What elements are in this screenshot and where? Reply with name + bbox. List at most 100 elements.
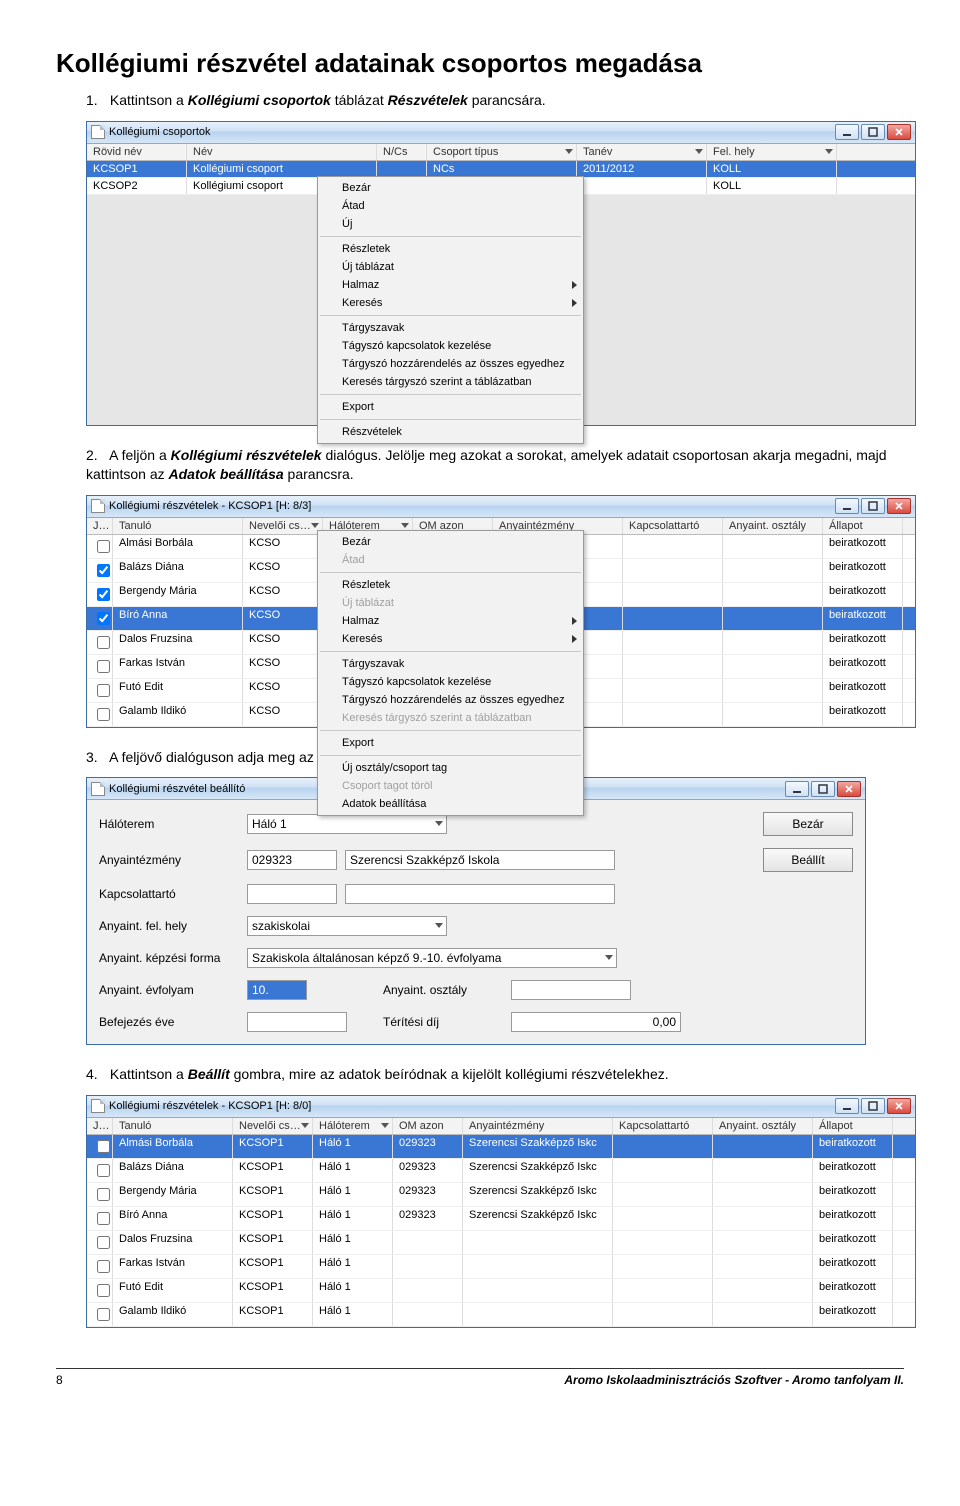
input-terites[interactable]: 0,00 — [511, 1012, 681, 1032]
table-row[interactable]: Bíró AnnaKCSOP1Háló 1029323Szerencsi Sza… — [87, 1207, 915, 1231]
button-beallit[interactable]: Beállít — [763, 848, 853, 872]
menu-item: Keresés tárgyszó szerint a táblázatban — [318, 709, 583, 727]
column-header[interactable]: Kapcsolattartó — [613, 1118, 713, 1134]
menu-item[interactable]: Bezár — [318, 533, 583, 551]
column-header[interactable]: Tanuló — [113, 518, 243, 534]
row-checkbox[interactable] — [97, 660, 110, 673]
menu-item[interactable]: Részletek — [318, 576, 583, 594]
titlebar[interactable]: Kollégiumi részvételek - KCSOP1 [H: 8/0] — [87, 1096, 915, 1118]
menu-item[interactable]: Bezár — [318, 179, 583, 197]
maximize-icon[interactable] — [811, 781, 835, 797]
menu-item[interactable]: Halmaz — [318, 612, 583, 630]
row-checkbox[interactable] — [97, 1308, 110, 1321]
row-checkbox[interactable] — [97, 564, 110, 577]
label-terites: Térítési díj — [383, 1015, 503, 1029]
column-header[interactable]: Név — [187, 144, 377, 160]
column-header[interactable]: Tanév — [577, 144, 707, 160]
combo-haloterem[interactable]: Háló 1 — [247, 814, 447, 834]
close-icon[interactable] — [887, 1098, 911, 1114]
row-checkbox[interactable] — [97, 684, 110, 697]
minimize-icon[interactable] — [835, 1098, 859, 1114]
column-header[interactable]: Állapot — [813, 1118, 893, 1134]
menu-item[interactable]: Tágyszó kapcsolatok kezelése — [318, 337, 583, 355]
menu-item[interactable]: Keresés — [318, 630, 583, 648]
table-row[interactable]: Balázs DiánaKCSOP1Háló 1029323Szerencsi … — [87, 1159, 915, 1183]
menu-item[interactable]: Export — [318, 734, 583, 752]
button-bezar[interactable]: Bezár — [763, 812, 853, 836]
column-header[interactable]: Csoport típus — [427, 144, 577, 160]
menu-item[interactable]: Tárgyszó hozzárendelés az összes egyedhe… — [318, 691, 583, 709]
row-checkbox[interactable] — [97, 1260, 110, 1273]
column-header[interactable]: Állapot — [823, 518, 903, 534]
row-checkbox[interactable] — [97, 636, 110, 649]
input-kapcs-1[interactable] — [247, 884, 337, 904]
column-header[interactable]: Nevelői csopo — [243, 518, 323, 534]
menu-item[interactable]: Keresés — [318, 294, 583, 312]
maximize-icon[interactable] — [861, 498, 885, 514]
column-header[interactable]: Jel — [87, 518, 113, 534]
input-anyaint-code[interactable]: 029323 — [247, 850, 337, 870]
titlebar[interactable]: Kollégiumi csoportok — [87, 122, 915, 144]
menu-item[interactable]: Tárgyszavak — [318, 655, 583, 673]
row-checkbox[interactable] — [97, 540, 110, 553]
input-kapcs-2[interactable] — [345, 884, 615, 904]
table-row[interactable]: Farkas IstvánKCSOP1Háló 1beiratkozott — [87, 1255, 915, 1279]
row-checkbox[interactable] — [97, 612, 110, 625]
titlebar[interactable]: Kollégiumi részvételek - KCSOP1 [H: 8/3] — [87, 496, 915, 518]
close-icon[interactable] — [887, 124, 911, 140]
maximize-icon[interactable] — [861, 124, 885, 140]
close-icon[interactable] — [837, 781, 861, 797]
minimize-icon[interactable] — [835, 124, 859, 140]
menu-item[interactable]: Halmaz — [318, 276, 583, 294]
row-checkbox[interactable] — [97, 1236, 110, 1249]
table-row[interactable]: Galamb IldikóKCSOP1Háló 1beiratkozott — [87, 1303, 915, 1327]
column-header[interactable]: Rövid név — [87, 144, 187, 160]
column-header[interactable]: Tanuló — [113, 1118, 233, 1134]
column-header[interactable]: Fel. hely — [707, 144, 837, 160]
maximize-icon[interactable] — [861, 1098, 885, 1114]
column-header[interactable]: Jel — [87, 1118, 113, 1134]
table-row[interactable]: Dalos FruzsinaKCSOP1Háló 1beiratkozott — [87, 1231, 915, 1255]
column-header[interactable]: Hálóterem — [313, 1118, 393, 1134]
table-row[interactable]: Futó EditKCSOP1Háló 1beiratkozott — [87, 1279, 915, 1303]
input-evfolyam[interactable]: 10. — [247, 980, 307, 1000]
combo-kepzesi[interactable]: Szakiskola általánosan képző 9.-10. évfo… — [247, 948, 617, 968]
row-checkbox[interactable] — [97, 1284, 110, 1297]
menu-item[interactable]: Adatok beállítása — [318, 795, 583, 813]
context-menu[interactable]: BezárÁtadRészletekÚj táblázatHalmazKeres… — [317, 530, 584, 816]
row-checkbox[interactable] — [97, 708, 110, 721]
close-icon[interactable] — [887, 498, 911, 514]
row-checkbox[interactable] — [97, 1164, 110, 1177]
menu-item[interactable]: Új táblázat — [318, 258, 583, 276]
table-row[interactable]: Almási BorbálaKCSOP1Háló 1029323Szerencs… — [87, 1135, 915, 1159]
column-header[interactable]: Kapcsolattartó — [623, 518, 723, 534]
menu-item[interactable]: Tárgyszavak — [318, 319, 583, 337]
column-header[interactable]: N/Cs — [377, 144, 427, 160]
minimize-icon[interactable] — [785, 781, 809, 797]
row-checkbox[interactable] — [97, 1212, 110, 1225]
column-header[interactable]: Nevelői csopo — [233, 1118, 313, 1134]
menu-item[interactable]: Keresés tárgyszó szerint a táblázatban — [318, 373, 583, 391]
row-checkbox[interactable] — [97, 1140, 110, 1153]
menu-item[interactable]: Tárgyszó hozzárendelés az összes egyedhe… — [318, 355, 583, 373]
combo-felhely[interactable]: szakiskolai — [247, 916, 447, 936]
row-checkbox[interactable] — [97, 588, 110, 601]
context-menu[interactable]: BezárÁtadÚjRészletekÚj táblázatHalmazKer… — [317, 176, 584, 444]
input-anyaint-name[interactable]: Szerencsi Szakképző Iskola — [345, 850, 615, 870]
column-header[interactable]: Anyaintézmény — [463, 1118, 613, 1134]
menu-item[interactable]: Részvételek — [318, 423, 583, 441]
input-befejezes[interactable] — [247, 1012, 347, 1032]
column-header[interactable]: Anyaint. osztály — [713, 1118, 813, 1134]
menu-item[interactable]: Export — [318, 398, 583, 416]
row-checkbox[interactable] — [97, 1188, 110, 1201]
input-osztaly[interactable] — [511, 980, 631, 1000]
menu-item[interactable]: Tágyszó kapcsolatok kezelése — [318, 673, 583, 691]
column-header[interactable]: OM azon — [393, 1118, 463, 1134]
menu-item[interactable]: Új — [318, 215, 583, 233]
table-row[interactable]: Bergendy MáriaKCSOP1Háló 1029323Szerencs… — [87, 1183, 915, 1207]
minimize-icon[interactable] — [835, 498, 859, 514]
menu-item[interactable]: Átad — [318, 197, 583, 215]
menu-item[interactable]: Részletek — [318, 240, 583, 258]
column-header[interactable]: Anyaint. osztály — [723, 518, 823, 534]
menu-item[interactable]: Új osztály/csoport tag — [318, 759, 583, 777]
